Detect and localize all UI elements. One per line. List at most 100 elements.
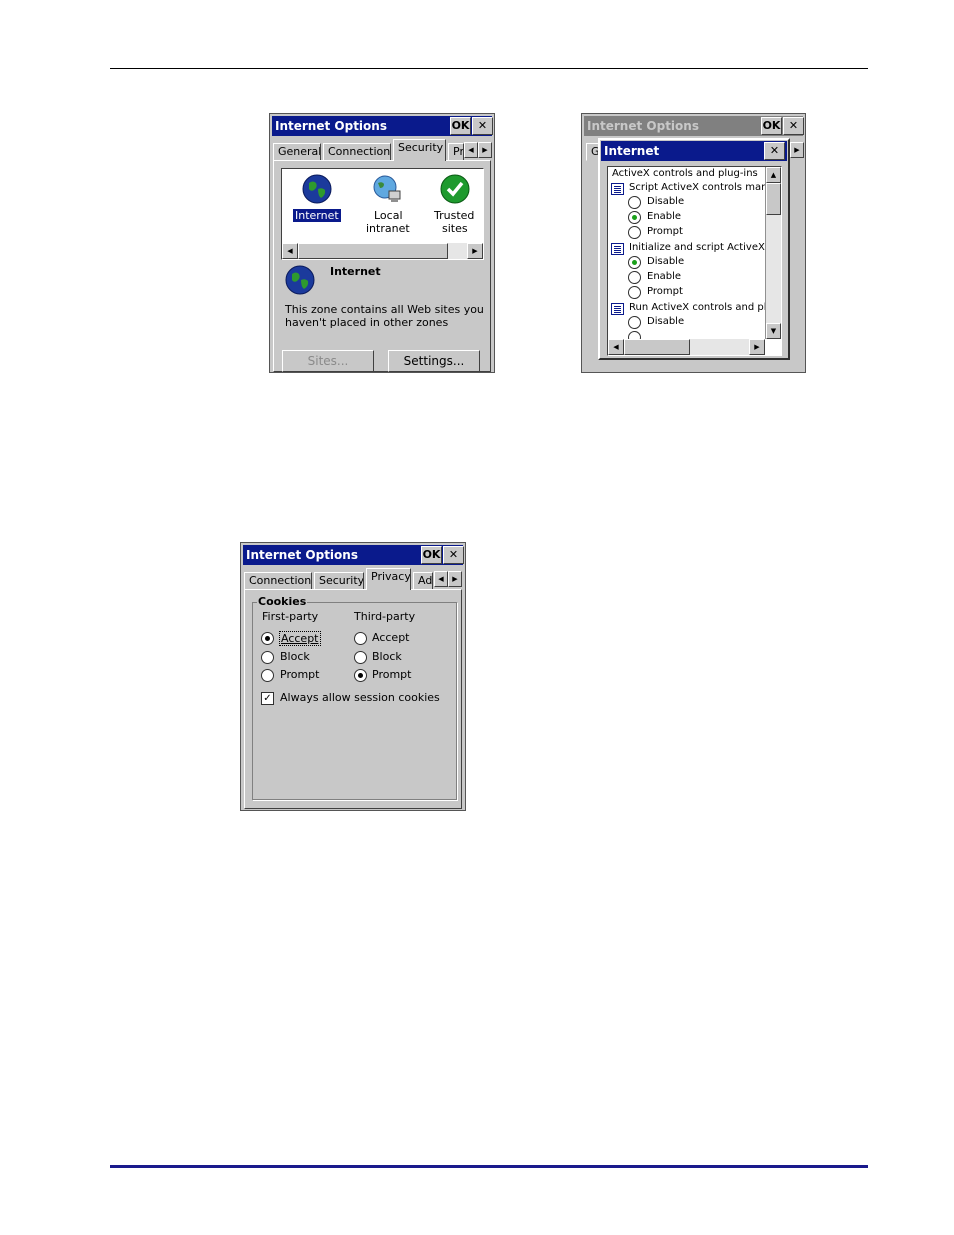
radio-prompt[interactable] <box>628 226 641 239</box>
tab-scroll-right-button[interactable]: ▶ <box>478 142 492 158</box>
third-party-heading: Third-party <box>354 610 416 623</box>
tab-scroll-right-button[interactable]: ▶ <box>790 142 804 158</box>
session-cookies-checkbox[interactable]: ✓ <box>261 692 274 705</box>
list-icon <box>611 183 624 195</box>
tab-security[interactable]: Security <box>314 572 364 590</box>
ok-button[interactable]: OK <box>450 117 471 135</box>
radio-label: Disable <box>647 316 685 327</box>
tab-scroll-left-button[interactable]: ◀ <box>464 142 478 158</box>
radio-prompt[interactable] <box>628 286 641 299</box>
settings-button[interactable]: Settings... <box>388 350 480 372</box>
radio-label: Prompt <box>372 668 412 681</box>
radio-label: Enable <box>647 211 682 222</box>
radio-disable[interactable] <box>628 316 641 329</box>
ok-button[interactable]: OK <box>761 117 782 135</box>
zone-name: Internet <box>330 265 381 278</box>
radio-disable[interactable] <box>628 256 641 269</box>
session-cookies-label: Always allow session cookies <box>280 691 440 704</box>
dialog-title-bar: Internet ✕ <box>601 141 787 161</box>
checkmark-icon <box>440 174 470 204</box>
radio-label: Disable <box>647 196 685 207</box>
radio-label: Accept <box>279 631 321 646</box>
scroll-thumb[interactable] <box>298 243 448 259</box>
network-icon <box>373 175 401 202</box>
radio-label: Block <box>372 650 402 663</box>
zone-label: Local <box>374 209 403 222</box>
radio-label: Prompt <box>280 668 320 681</box>
scroll-up-button[interactable]: ▲ <box>766 167 781 183</box>
third-party-block-radio[interactable] <box>354 651 367 664</box>
zone-label: Trusted <box>434 209 475 222</box>
tab-connection[interactable]: Connection <box>323 143 391 161</box>
close-button[interactable]: ✕ <box>443 546 464 564</box>
radio-enable[interactable] <box>628 211 641 224</box>
scroll-right-button[interactable]: ▶ <box>467 243 483 259</box>
header-rule <box>110 68 868 69</box>
dialog-title: Internet <box>604 144 660 158</box>
radio-label: Prompt <box>647 226 683 237</box>
radio-label: Disable <box>647 256 685 267</box>
scroll-left-button[interactable]: ◀ <box>282 243 298 259</box>
radio-label: Accept <box>372 631 410 644</box>
horizontal-scrollbar[interactable]: ◀ ▶ <box>608 339 765 355</box>
settings-tree: ActiveX controls and plug-ins Script Act… <box>607 166 782 356</box>
close-button[interactable]: ✕ <box>764 142 785 160</box>
zone-label: Internet <box>293 209 341 222</box>
radio-enable[interactable] <box>628 271 641 284</box>
zone-label-line2: intranet <box>366 222 410 235</box>
tab-privacy[interactable]: Privacy <box>366 568 411 590</box>
tab-privacy[interactable]: Pr <box>448 143 464 161</box>
scroll-down-button[interactable]: ▼ <box>766 323 781 339</box>
window-title: Internet Options <box>275 119 387 133</box>
zone-description-line2: haven't placed in other zones <box>285 316 449 329</box>
third-party-accept-radio[interactable] <box>354 632 367 645</box>
group-title: Script ActiveX controls marked <box>629 182 782 193</box>
globe-icon <box>302 174 332 204</box>
zone-item-internet[interactable]: Internet <box>290 173 344 225</box>
radio-label: Enable <box>647 271 682 282</box>
close-button[interactable]: ✕ <box>783 117 804 135</box>
scroll-thumb[interactable] <box>624 339 690 355</box>
tab-advanced[interactable]: Ad <box>413 572 433 590</box>
tab-security[interactable]: Security <box>393 139 446 161</box>
globe-icon <box>285 265 315 295</box>
zone-description-line1: This zone contains all Web sites you <box>285 303 484 316</box>
tab-connection[interactable]: Connection <box>244 572 312 590</box>
scroll-right-button[interactable]: ▶ <box>749 339 765 355</box>
window-title: Internet Options <box>246 548 358 562</box>
internet-options-privacy-window: Internet Options OK ✕ Connection Securit… <box>240 542 466 811</box>
internet-settings-dialog: Internet ✕ ActiveX controls and plug-ins… <box>598 138 790 360</box>
internet-options-security-window: Internet Options OK ✕ General Connection… <box>269 113 495 373</box>
scroll-thumb[interactable] <box>766 183 781 215</box>
title-bar: Internet Options OK ✕ <box>272 116 493 136</box>
zone-label-line2: sites <box>442 222 468 235</box>
tab-scroll-left-button[interactable]: ◀ <box>434 571 448 587</box>
vertical-scrollbar[interactable]: ▲ ▼ <box>765 167 781 339</box>
group-title: Initialize and script ActiveX co <box>629 242 780 253</box>
first-party-heading: First-party <box>262 610 319 623</box>
zone-list-hscrollbar[interactable]: ◀ ▶ <box>282 243 483 259</box>
list-icon <box>611 243 624 255</box>
group-title: Run ActiveX controls and plug <box>629 302 780 313</box>
tab-scroll-right-button[interactable]: ▶ <box>448 571 462 587</box>
first-party-block-radio[interactable] <box>261 651 274 664</box>
window-title: Internet Options <box>587 119 699 133</box>
close-button[interactable]: ✕ <box>472 117 493 135</box>
radio-label: Block <box>280 650 310 663</box>
first-party-prompt-radio[interactable] <box>261 669 274 682</box>
list-icon <box>611 303 624 315</box>
tab-general[interactable]: General <box>273 143 321 161</box>
zone-item-local-intranet[interactable]: Local intranet <box>360 173 414 235</box>
sites-button[interactable]: Sites... <box>282 350 374 372</box>
third-party-prompt-radio[interactable] <box>354 669 367 682</box>
ok-button[interactable]: OK <box>421 546 442 564</box>
radio-label: Prompt <box>647 286 683 297</box>
first-party-accept-radio[interactable] <box>261 632 274 645</box>
zone-list: Internet Local intranet Trusted sites ◀ … <box>281 168 484 260</box>
title-bar: Internet Options OK ✕ <box>584 116 804 136</box>
internet-options-background-window: Internet Options OK ✕ G ▶ Internet ✕ Act… <box>581 113 806 373</box>
title-bar: Internet Options OK ✕ <box>243 545 464 565</box>
zone-item-trusted-sites[interactable]: Trusted sites <box>428 173 482 235</box>
radio-disable[interactable] <box>628 196 641 209</box>
scroll-left-button[interactable]: ◀ <box>608 339 624 355</box>
